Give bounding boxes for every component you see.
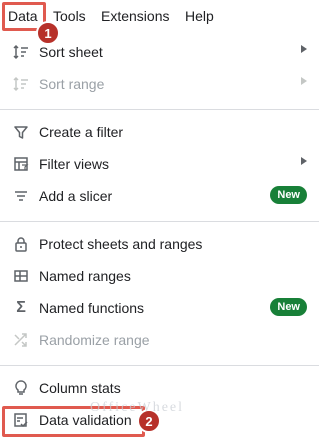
- sort-range-label: Sort range: [39, 76, 105, 92]
- menu-item-protect[interactable]: Protect sheets and ranges: [0, 228, 319, 260]
- watermark-text: OfficeWheel: [90, 400, 185, 415]
- sigma-icon: Σ: [16, 299, 26, 316]
- menu-item-filter-views[interactable]: Filter views: [0, 148, 319, 180]
- submenu-arrow-icon: [301, 157, 307, 165]
- lightbulb-icon: [12, 379, 30, 397]
- menu-divider: [0, 221, 319, 222]
- slicer-icon: [12, 187, 30, 205]
- named-functions-label: Named functions: [39, 300, 145, 316]
- sort-icon: [12, 75, 30, 93]
- lock-icon: [12, 235, 30, 253]
- protect-label: Protect sheets and ranges: [39, 236, 203, 252]
- filter-icon: [12, 123, 30, 141]
- submenu-arrow-icon: [301, 77, 307, 85]
- filter-views-label: Filter views: [39, 156, 110, 172]
- sort-sheet-label: Sort sheet: [39, 44, 103, 60]
- new-badge: New: [270, 186, 307, 204]
- submenu-arrow-icon: [301, 45, 307, 53]
- sort-icon: [12, 43, 30, 61]
- create-filter-label: Create a filter: [39, 124, 124, 140]
- named-ranges-label: Named ranges: [39, 268, 131, 284]
- menu-item-randomize: Randomize range: [0, 324, 319, 356]
- shuffle-icon: [12, 331, 30, 349]
- menu-help[interactable]: Help: [185, 8, 214, 24]
- named-ranges-icon: [12, 267, 30, 285]
- menu-item-sort-range: Sort range: [0, 68, 319, 100]
- step-badge-1: 1: [36, 21, 60, 45]
- data-menu-dropdown: Sort sheet Sort range Create a filter Fi…: [0, 32, 319, 448]
- menu-item-create-filter[interactable]: Create a filter: [0, 116, 319, 148]
- menu-tools[interactable]: Tools: [53, 8, 86, 24]
- filter-views-icon: [12, 155, 30, 173]
- new-badge: New: [270, 298, 307, 316]
- column-stats-label: Column stats: [39, 380, 121, 396]
- menu-item-named-functions[interactable]: Σ Named functions New: [0, 292, 319, 324]
- randomize-label: Randomize range: [39, 332, 150, 348]
- add-slicer-label: Add a slicer: [39, 188, 113, 204]
- menu-divider: [0, 109, 319, 110]
- menu-divider: [0, 365, 319, 366]
- menu-item-named-ranges[interactable]: Named ranges: [0, 260, 319, 292]
- menu-item-add-slicer[interactable]: Add a slicer New: [0, 180, 319, 212]
- menu-extensions[interactable]: Extensions: [101, 8, 169, 24]
